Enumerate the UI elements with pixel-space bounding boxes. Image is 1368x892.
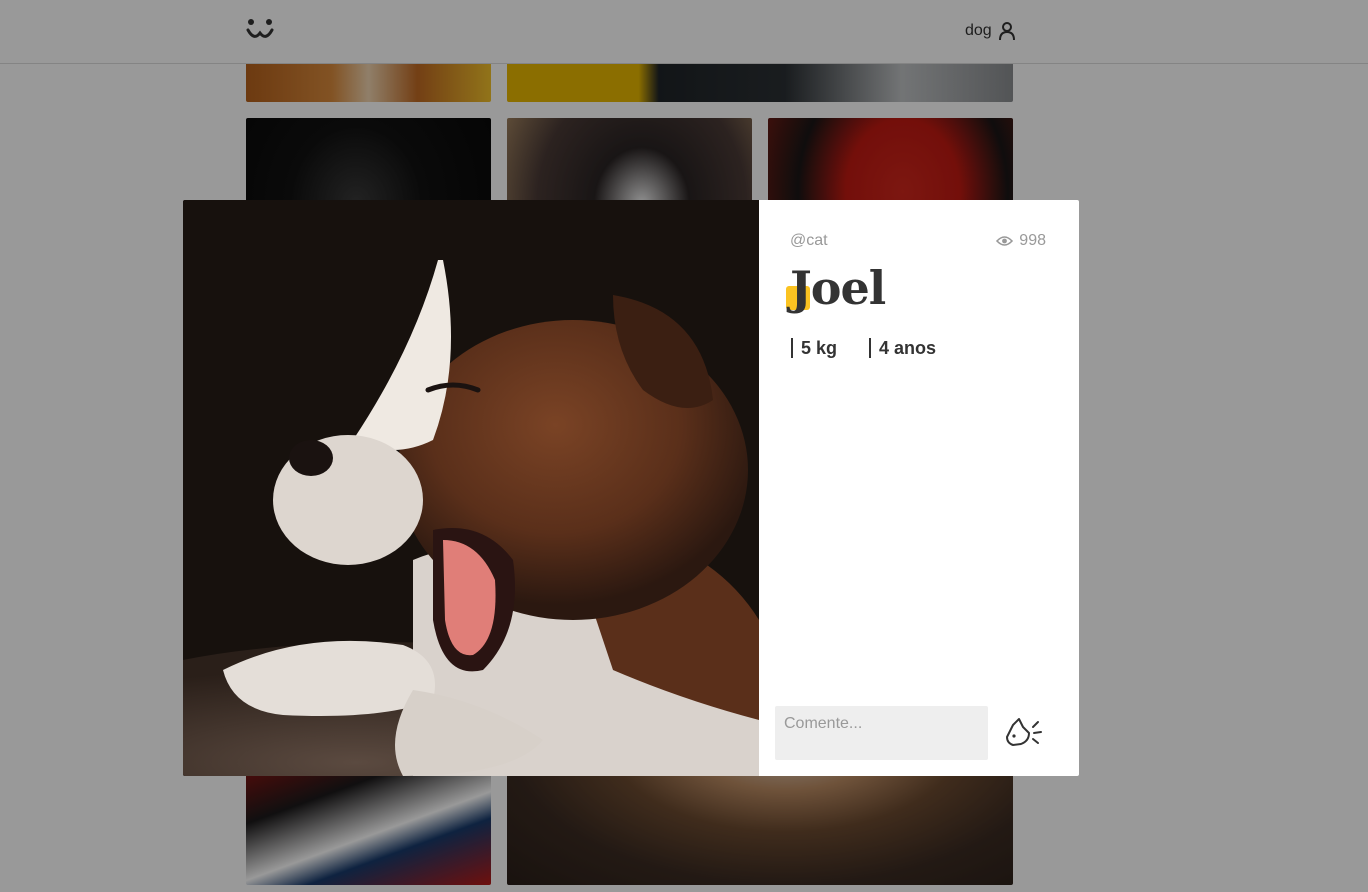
author-link[interactable]: @cat xyxy=(790,232,828,250)
send-comment-button[interactable] xyxy=(1002,713,1046,753)
view-count-value: 998 xyxy=(1019,232,1046,249)
pet-name-title[interactable]: Joel xyxy=(790,258,886,318)
page: dog @cat 998 Joel 5 kg 4 anos Comente... xyxy=(0,0,1368,892)
photo-modal: @cat 998 Joel 5 kg 4 anos xyxy=(183,200,1079,776)
comment-form xyxy=(775,706,1046,760)
puppy-photo xyxy=(183,200,759,776)
pet-attributes: 5 kg 4 anos xyxy=(791,338,936,358)
age-attribute: 4 anos xyxy=(869,338,936,358)
dog-bark-send-icon xyxy=(1006,717,1042,746)
weight-attribute: 5 kg xyxy=(791,338,837,358)
yawning-puppy-illustration xyxy=(183,200,759,776)
photo-details: @cat 998 Joel 5 kg 4 anos xyxy=(759,200,1079,776)
eye-icon xyxy=(996,236,1014,246)
view-count: 998 xyxy=(996,232,1046,250)
comment-input[interactable] xyxy=(775,706,988,760)
